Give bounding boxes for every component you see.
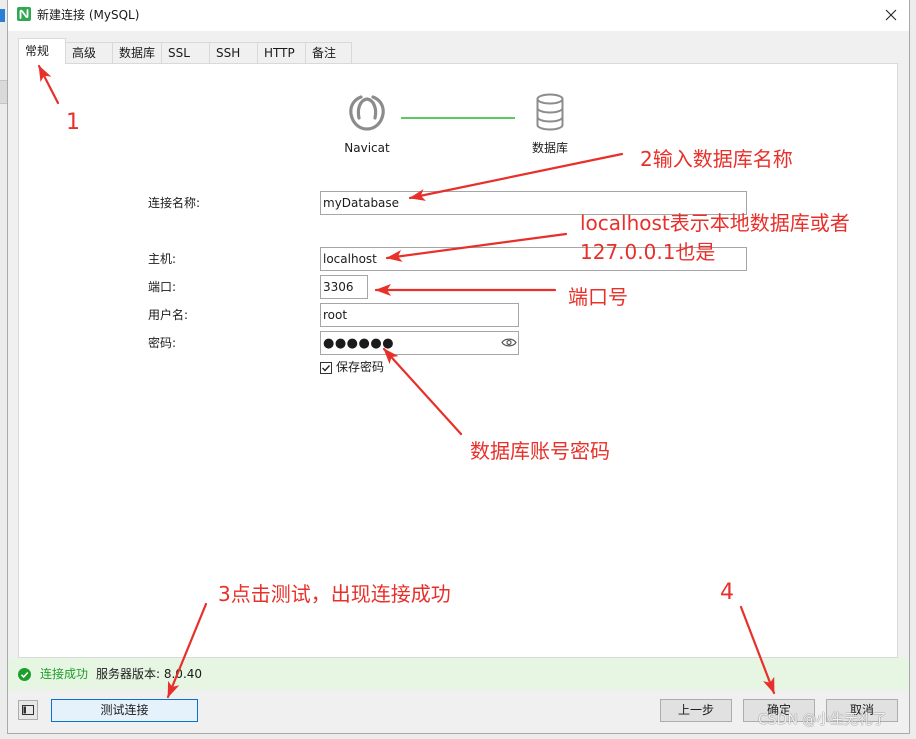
connection-name-label: 连接名称: [148, 196, 201, 210]
tab-bar: 常规 高级 数据库 SSL SSH HTTP 备注 [18, 38, 352, 64]
password-field [320, 331, 519, 355]
success-check-icon [18, 668, 31, 681]
connection-status-bar: 连接成功 服务器版本: 8.0.40 [8, 658, 909, 690]
window-title: 新建连接 (MySQL) [37, 8, 140, 22]
port-label: 端口: [148, 280, 177, 294]
annotation-step3: 3点击测试，出现连接成功 [218, 582, 451, 606]
annotation-step2: 2输入数据库名称 [640, 147, 793, 171]
navicat-app-icon [17, 7, 31, 21]
server-label: 数据库 [531, 141, 568, 155]
tab-databases[interactable]: 数据库 [113, 42, 162, 64]
test-connection-button[interactable]: 测试连接 [51, 699, 198, 722]
annotation-step4: 4 [720, 580, 734, 605]
tab-http[interactable]: HTTP [258, 42, 306, 64]
checkmark-icon [322, 364, 331, 372]
port-input[interactable] [320, 275, 368, 299]
client-label: Navicat [344, 141, 390, 155]
save-password-checkbox[interactable] [320, 361, 332, 374]
eye-icon[interactable] [501, 337, 517, 348]
close-button[interactable] [881, 5, 901, 25]
connection-link-line [401, 117, 515, 119]
close-icon [885, 9, 897, 21]
server-version: 服务器版本: 8.0.40 [96, 667, 203, 681]
back-button[interactable]: 上一步 [660, 699, 732, 722]
tab-advanced[interactable]: 高级 [66, 42, 113, 64]
username-label: 用户名: [148, 308, 189, 322]
status-message: 连接成功 [40, 667, 89, 681]
tab-notes[interactable]: 备注 [306, 42, 352, 64]
annotation-step1: 1 [66, 110, 80, 135]
background-window-fragment [0, 9, 5, 22]
background-window-fragment [0, 80, 8, 104]
password-label: 密码: [148, 336, 177, 350]
tab-ssh[interactable]: SSH [210, 42, 258, 64]
database-icon [536, 93, 564, 131]
new-connection-dialog: 新建连接 (MySQL) 常规 高级 数据库 SSL SSH HTTP 备注 N… [8, 0, 909, 733]
sidebar-panel-icon [22, 705, 34, 715]
watermark: CSDN @小生无礼了 [758, 712, 887, 728]
password-input[interactable] [320, 331, 519, 355]
toggle-panel-button[interactable] [18, 700, 38, 720]
host-label: 主机: [148, 252, 177, 266]
tab-general[interactable]: 常规 [18, 38, 66, 64]
annotation-port-note: 端口号 [568, 285, 628, 309]
save-password-label[interactable]: 保存密码 [336, 361, 384, 374]
annotation-host-note-line2: 127.0.0.1也是 [580, 240, 716, 264]
username-input[interactable] [320, 303, 519, 327]
save-password-row: 保存密码 [320, 361, 384, 374]
title-bar: 新建连接 (MySQL) [8, 0, 909, 31]
navicat-logo-icon [349, 95, 385, 131]
annotation-credentials-note: 数据库账号密码 [470, 439, 610, 463]
tab-ssl[interactable]: SSL [162, 42, 210, 64]
annotation-host-note-line1: localhost表示本地数据库或者 [580, 211, 850, 235]
